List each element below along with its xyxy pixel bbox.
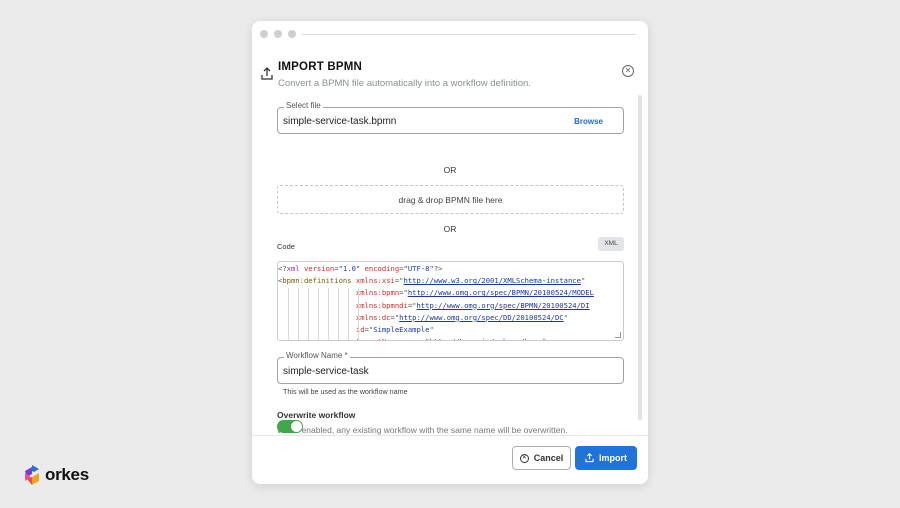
or-divider-2: OR (443, 224, 457, 234)
indent-guide (308, 288, 309, 340)
import-bpmn-window: IMPORT BPMN Convert a BPMN file automati… (252, 21, 648, 484)
orkes-logo-icon (25, 465, 39, 485)
cancel-button[interactable]: ✕ Cancel (512, 446, 571, 470)
footer-divider (252, 435, 648, 436)
code-token: =" (390, 312, 400, 322)
window-dot-minimize[interactable] (274, 30, 282, 38)
overwrite-title: Overwrite workflow (277, 410, 356, 420)
workflow-name-label: Workflow Name * (284, 351, 350, 360)
code-token: =" (399, 288, 408, 298)
dialog-content: Select file simple-service-task.bpmn Bro… (252, 95, 648, 435)
cancel-icon: ✕ (519, 453, 529, 463)
code-line: xmlns:bpmn="http://www.omg.org/spec/BPMN… (278, 287, 594, 299)
code-token: =" (364, 325, 374, 334)
code-token: xmlns:bpmndi (355, 300, 408, 310)
indent-guide (318, 288, 319, 340)
workflow-name-value: simple-service-task (283, 366, 369, 377)
code-token: xmlns:xsi (355, 276, 395, 286)
code-token: xml (286, 264, 300, 273)
code-line: <?xml version="1.0" encoding="UTF-8"?> (278, 263, 442, 275)
file-dropzone[interactable]: drag & drop BPMN file here (277, 185, 624, 214)
indent-guide (298, 288, 299, 340)
format-badge[interactable]: XML (598, 237, 624, 251)
code-token: encoding (364, 264, 400, 273)
select-file-label: Select file (284, 101, 323, 110)
code-token: " (563, 312, 568, 322)
code-token: version (303, 264, 335, 273)
dialog-subtitle: Convert a BPMN file automatically into a… (278, 78, 531, 89)
code-token: "> (542, 337, 551, 340)
code-token: bpmn:definitions (282, 276, 352, 286)
indent-guide (348, 288, 349, 340)
code-token: <? (278, 264, 287, 273)
code-token: http://www.omg.org/spec/DD/20100524/DC (399, 312, 564, 322)
overwrite-description: When enabled, any existing workflow with… (277, 425, 568, 435)
code-token: "1.0" (338, 264, 361, 273)
titlebar-divider (302, 34, 636, 35)
code-token: xmlns:bpmn (355, 288, 400, 298)
code-editor[interactable]: <?xml version="1.0" encoding="UTF-8"?> <b… (277, 261, 624, 341)
scrollbar-thumb[interactable] (638, 95, 642, 420)
code-token: http://www.w3.org/2001/XMLSchema-instanc… (403, 276, 581, 286)
code-line: <bpmn:definitions xmlns:xsi="http://www.… (278, 275, 585, 287)
select-file-value: simple-service-task.bpmn (283, 116, 397, 127)
code-token: " (429, 325, 434, 334)
code-line: xmlns:dc="http://www.omg.org/spec/DD/201… (278, 312, 568, 324)
workflow-name-helper: This will be used as the workflow name (283, 387, 408, 396)
import-label: Import (599, 453, 627, 463)
indent-guide (338, 288, 339, 340)
code-token: ?> (433, 264, 443, 273)
close-icon[interactable]: ✕ (622, 65, 634, 77)
code-token: http://bpmn.io/schema/bpmn (429, 337, 542, 340)
overwrite-toggle[interactable] (277, 420, 303, 433)
import-button[interactable]: Import (575, 446, 637, 470)
code-token: " (580, 276, 586, 286)
workflow-name-field[interactable]: Workflow Name * simple-service-task (277, 351, 624, 384)
code-label: Code (277, 242, 295, 251)
orkes-logo: orkes (22, 464, 102, 488)
indent-guide (288, 288, 289, 340)
window-titlebar (252, 21, 648, 47)
code-token: targetNamespace (356, 337, 421, 340)
resize-handle[interactable] (615, 332, 621, 338)
toggle-knob (291, 421, 302, 432)
window-dot-maximize[interactable] (288, 30, 296, 38)
code-line: id="SimpleExample" (278, 324, 434, 336)
upload-icon (261, 67, 273, 80)
or-divider-1: OR (443, 165, 457, 175)
upload-icon (585, 453, 594, 463)
select-file-field[interactable]: Select file simple-service-task.bpmn Bro… (277, 101, 624, 134)
code-token: "UTF-8" (403, 264, 434, 273)
dialog-title: IMPORT BPMN (278, 61, 362, 73)
code-token: http://www.omg.org/spec/BPMN/20100524/MO… (407, 288, 594, 298)
browse-button[interactable]: Browse (574, 117, 603, 126)
code-token: =" (394, 276, 404, 286)
dialog-header: IMPORT BPMN Convert a BPMN file automati… (252, 51, 648, 91)
indent-guide (358, 288, 359, 340)
indent-guide (328, 288, 329, 340)
window-dot-close[interactable] (260, 30, 268, 38)
code-token: http://www.omg.org/spec/BPMN/20100524/DI (416, 300, 590, 310)
code-token: SimpleExample (373, 325, 430, 334)
code-line: xmlns:bpmndi="http://www.omg.org/spec/BP… (278, 300, 590, 312)
logo-text: orkes (45, 465, 89, 484)
code-token: xmlns:dc (355, 312, 391, 322)
cancel-label: Cancel (533, 453, 564, 463)
